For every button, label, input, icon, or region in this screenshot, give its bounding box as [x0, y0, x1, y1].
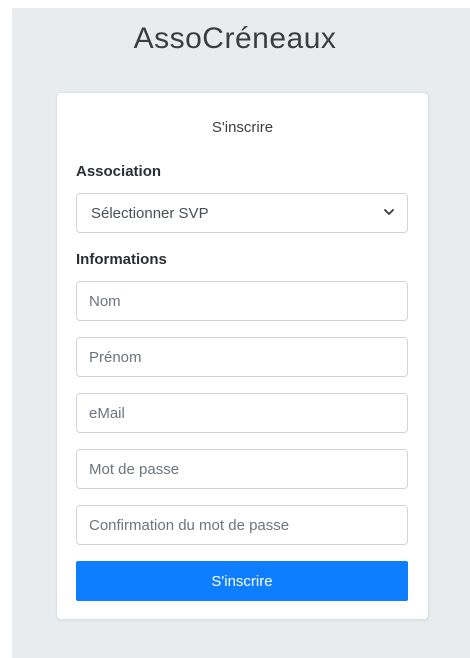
password-confirm-input[interactable] — [76, 505, 408, 545]
nom-input[interactable] — [76, 281, 408, 321]
association-select[interactable]: Sélectionner SVP — [76, 193, 408, 233]
association-label: Association — [76, 163, 162, 180]
form-title: S'inscrire — [211, 119, 274, 136]
chevron-down-icon — [383, 205, 395, 222]
email-input[interactable] — [76, 393, 408, 433]
informations-label: Informations — [76, 251, 167, 268]
prenom-input[interactable] — [76, 337, 408, 377]
signup-submit-button[interactable]: S'inscrire — [76, 561, 408, 601]
association-select-value: Sélectionner SVP — [91, 204, 209, 222]
signup-card: S'inscrire Association Sélectionner SVP … — [56, 92, 429, 620]
password-input[interactable] — [76, 449, 408, 489]
app-title: AssoCréneaux — [133, 22, 337, 55]
